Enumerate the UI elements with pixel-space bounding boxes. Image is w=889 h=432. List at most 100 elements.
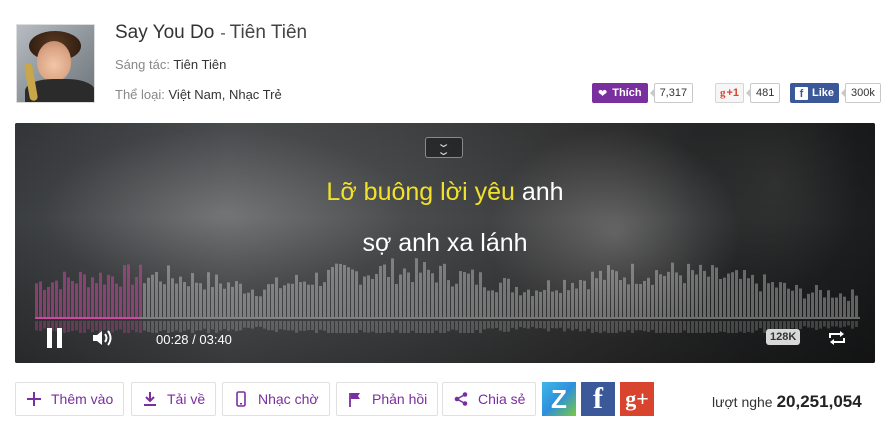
flag-icon [347,391,363,407]
waveform-bar [67,277,70,317]
waveform-bar [799,288,802,317]
lyric-unsung-part: anh [514,178,564,206]
waveform-bar [215,274,218,317]
waveform-bar [767,283,770,317]
waveform-bar [259,296,262,317]
waveform-bar [435,282,438,317]
waveform-bar [567,290,570,317]
waveform-bar [207,272,210,317]
album-cover[interactable] [16,24,95,103]
waveform-bar [539,291,542,317]
waveform-bar [127,264,130,317]
waveform-bar [399,274,402,317]
waveform-bar [547,280,550,317]
song-title-line: Say You Do - Tiên Tiên [115,22,307,44]
waveform-bar [275,277,278,317]
facebook-share-icon[interactable]: f [581,382,615,416]
waveform-bar [175,283,178,317]
waveform-bar [499,282,502,317]
feedback-button[interactable]: Phản hồi [336,382,439,416]
composer-label: Sáng tác: [115,57,170,72]
waveform-bar [427,269,430,317]
repeat-button[interactable] [827,330,847,346]
like-count: 7,317 [649,83,694,103]
collapse-lyrics-button[interactable]: ⌄ ⌄ [425,137,463,158]
quality-badge[interactable]: 128K [766,329,801,345]
waveform-bar [51,282,54,317]
waveform-bar [475,284,478,317]
waveform-bar [419,272,422,317]
waveform-bar [343,264,346,317]
waveform-bar [87,287,90,317]
waveform-bar [223,288,226,317]
waveform-bar [659,274,662,317]
waveform-bar [651,284,654,317]
waveform-bar [123,265,126,317]
fb-like-button[interactable]: f Like [790,83,840,103]
pause-button[interactable] [45,328,65,348]
waveform-bar [371,278,374,317]
waveform-bar [171,278,174,317]
artist-link[interactable]: Tiên Tiên [230,22,307,43]
waveform-bar [135,276,138,317]
waveform-bar [735,270,738,317]
waveform-bar [267,284,270,317]
waveform-bar [391,258,394,317]
genre-label: Thể loại: [115,87,165,102]
waveform-bar [787,288,790,317]
waveform-bar [751,274,754,317]
waveform-bar [447,280,450,317]
waveform-bar [619,280,622,317]
waveform-bar [851,289,854,317]
waveform-bar [599,270,602,317]
waveform-bar [159,281,162,317]
gplus-button[interactable]: g +1 [715,83,745,103]
waveform-bar [387,277,390,317]
waveform-bar [755,283,758,317]
listen-count-label: lượt nghe [712,394,773,410]
waveform-bar [759,291,762,317]
waveform-bar [147,277,150,317]
waveform-bar [155,271,158,317]
waveform-bar [335,263,338,317]
gplus-share-icon[interactable]: g+ [620,382,654,416]
waveform-bar [531,296,534,317]
facebook-icon: f [795,86,808,100]
waveform-bar [415,258,418,317]
waveform-bar [271,283,274,317]
waveform-bar [307,284,310,317]
add-to-playlist-button[interactable]: Thêm vào [15,382,125,416]
waveform-bar [395,283,398,317]
waveform-bar [467,273,470,317]
waveform-bar [627,284,630,317]
zalo-share-icon[interactable]: Z [542,382,576,416]
share-label: Chia sẻ [478,391,526,407]
waveform-bar [783,282,786,317]
waveform-seekbar[interactable] [35,251,860,333]
waveform-bar [367,275,370,317]
lyric-sung-part: Lỡ buông lời yêu [326,178,515,206]
share-button[interactable]: Chia sẻ [442,382,537,416]
heart-icon: ❤ [598,87,608,100]
composer-line: Sáng tác: Tiên Tiên [115,57,226,72]
download-button[interactable]: Tải về [131,382,217,416]
waveform-bar [647,277,650,317]
progress-track[interactable] [35,317,860,319]
like-button[interactable]: ❤ Thích [592,83,648,103]
pause-icon-bar-left [47,328,52,348]
waveform-bar [611,269,614,317]
waveform-bar [55,280,58,317]
waveform-bar [143,283,146,317]
waveform-bar [791,290,794,317]
genre-links[interactable]: Việt Nam, Nhạc Trẻ [169,87,282,102]
volume-button[interactable] [91,328,117,348]
ringtone-button[interactable]: Nhạc chờ [222,382,330,416]
waveform-bar [739,278,742,317]
waveform-bar [183,281,186,317]
waveform-bar [575,288,578,317]
song-header: Say You Do - Tiên Tiên Sáng tác: Tiên Tiên… [0,0,889,115]
waveform-bar [635,283,638,317]
composer-link[interactable]: Tiên Tiên [173,57,226,72]
fb-like-group: f Like 300k [790,83,881,103]
player-controls: 00:28 / 03:40 128K [15,323,875,355]
